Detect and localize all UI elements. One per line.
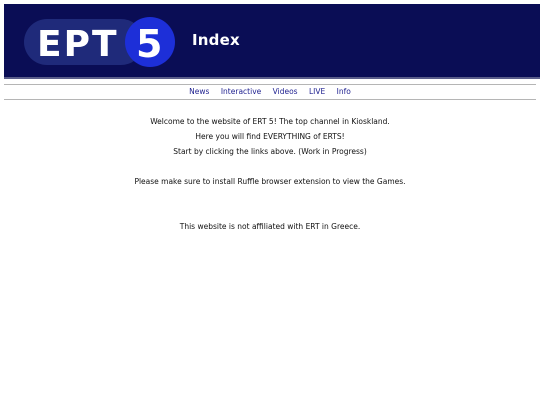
logo-number: 5 <box>136 22 162 66</box>
disclaimer-text: This website is not affiliated with ERT … <box>179 222 361 231</box>
nav-link-live[interactable]: LIVE <box>309 87 325 96</box>
ruffle-notice: Please make sure to install Ruffle brows… <box>134 177 406 186</box>
start-text: Start by clicking the links above. (Work… <box>173 147 367 156</box>
everything-text: Here you will find EVERYTHING of ERTS! <box>195 132 345 141</box>
nav-link-info[interactable]: Info <box>337 87 351 96</box>
logo-text: EPT <box>37 24 119 65</box>
page-title: Index <box>192 31 240 49</box>
main-nav: News Interactive Videos LIVE Info <box>0 85 540 99</box>
nav-link-news[interactable]: News <box>189 87 209 96</box>
nav-bottom-divider <box>4 99 536 100</box>
welcome-text: Welcome to the website of ERT 5! The top… <box>150 117 390 126</box>
ert5-logo[interactable]: EPT 5 <box>24 17 176 67</box>
nav-link-videos[interactable]: Videos <box>273 87 298 96</box>
site-header: EPT 5 Index <box>4 4 540 79</box>
nav-link-interactive[interactable]: Interactive <box>221 87 261 96</box>
